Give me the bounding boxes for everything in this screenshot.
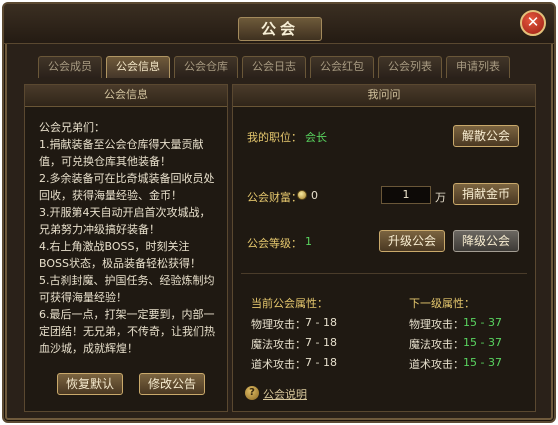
tab-log[interactable]: 公会日志 — [242, 56, 306, 78]
current-attr-label: 物理攻击： — [251, 318, 306, 331]
tab-warehouse[interactable]: 公会仓库 — [174, 56, 238, 78]
current-attr-value: 7 - 18 — [305, 336, 337, 349]
notice-line: 5.古刹封魔、护国任务、经验炼制均可获得海量经验！ — [39, 274, 215, 304]
donate-amount-input[interactable]: 1 — [381, 186, 431, 204]
donate-unit: 万 — [435, 191, 446, 204]
next-attr-label: 道术攻击： — [409, 358, 464, 371]
next-attr-value: 15 - 37 — [463, 336, 502, 349]
level-value: 1 — [305, 235, 312, 248]
current-attr-label: 道术攻击： — [251, 358, 306, 371]
section-divider — [241, 273, 527, 274]
tab-red-packet[interactable]: 公会红包 — [310, 56, 374, 78]
tab-members[interactable]: 公会成员 — [38, 56, 102, 78]
guild-info-header: 公会信息 — [25, 85, 227, 107]
donate-gold-button[interactable]: 捐献金币 — [453, 183, 519, 205]
downgrade-guild-button[interactable]: 降级公会 — [453, 230, 519, 252]
next-attr-title: 下一级属性： — [409, 297, 475, 310]
next-attr-label: 物理攻击： — [409, 318, 464, 331]
notice-line: 1.捐献装备至公会仓库得大量贡献值，可兑换仓库其他装备！ — [39, 138, 204, 168]
notice-line: 6.最后一点，打架一定要到，内部一定团结！无兄弟，不传奇，让我们热血沙城，成就辉… — [39, 308, 215, 355]
help-icon[interactable]: ? — [245, 386, 259, 400]
position-value: 会长 — [305, 131, 327, 144]
tab-applications[interactable]: 申请列表 — [446, 56, 510, 78]
position-label: 我的职位： — [247, 131, 302, 144]
restore-default-button[interactable]: 恢复默认 — [57, 373, 123, 395]
tab-guild-info[interactable]: 公会信息 — [106, 56, 170, 78]
title-bar: 公会 ✕ — [4, 4, 554, 44]
guild-help-link[interactable]: 公会说明 — [263, 386, 307, 402]
current-attr-value: 7 - 18 — [305, 316, 337, 329]
next-attr-value: 15 - 37 — [463, 356, 502, 369]
current-attr-value: 7 - 18 — [305, 356, 337, 369]
wealth-label: 公会财富： — [247, 191, 302, 204]
level-label: 公会等级： — [247, 237, 302, 250]
notice-line: 2.多余装备可在比奇城装备回收员处回收，获得海量经验、金币！ — [39, 172, 215, 202]
guild-status-header: 我问问 — [233, 85, 535, 107]
notice-line: 3.开服第4天自动开启首次攻城战，兄弟努力冲级搞好装备！ — [39, 206, 211, 236]
current-attr-title: 当前公会属性： — [251, 297, 328, 310]
window-title: 公会 — [238, 17, 322, 41]
wealth-value: 0 — [311, 189, 318, 202]
guild-status-panel: 我问问 我的职位： 会长 解散公会 公会财富： 0 1 万 捐献金币 公会等级：… — [232, 84, 536, 412]
disband-guild-button[interactable]: 解散公会 — [453, 125, 519, 147]
close-icon[interactable]: ✕ — [520, 10, 546, 36]
next-attr-label: 魔法攻击： — [409, 338, 464, 351]
next-attr-value: 15 - 37 — [463, 316, 502, 329]
guild-info-panel: 公会信息 公会兄弟们： 1.捐献装备至公会仓库得大量贡献值，可兑换仓库其他装备！… — [24, 84, 228, 412]
edit-notice-button[interactable]: 修改公告 — [139, 373, 205, 395]
notice-line: 4.右上角激战BOSS，时刻关注BOSS状态，极品装备轻松获得！ — [39, 240, 201, 270]
coin-icon — [297, 190, 307, 200]
tab-guild-list[interactable]: 公会列表 — [378, 56, 442, 78]
current-attr-label: 魔法攻击： — [251, 338, 306, 351]
guild-notice: 公会兄弟们： 1.捐献装备至公会仓库得大量贡献值，可兑换仓库其他装备！ 2.多余… — [39, 119, 217, 357]
guild-window: 公会 ✕ 公会成员 公会信息 公会仓库 公会日志 公会红包 公会列表 申请列表 … — [2, 2, 556, 423]
upgrade-guild-button[interactable]: 升级公会 — [379, 230, 445, 252]
notice-line: 公会兄弟们： — [39, 121, 105, 134]
